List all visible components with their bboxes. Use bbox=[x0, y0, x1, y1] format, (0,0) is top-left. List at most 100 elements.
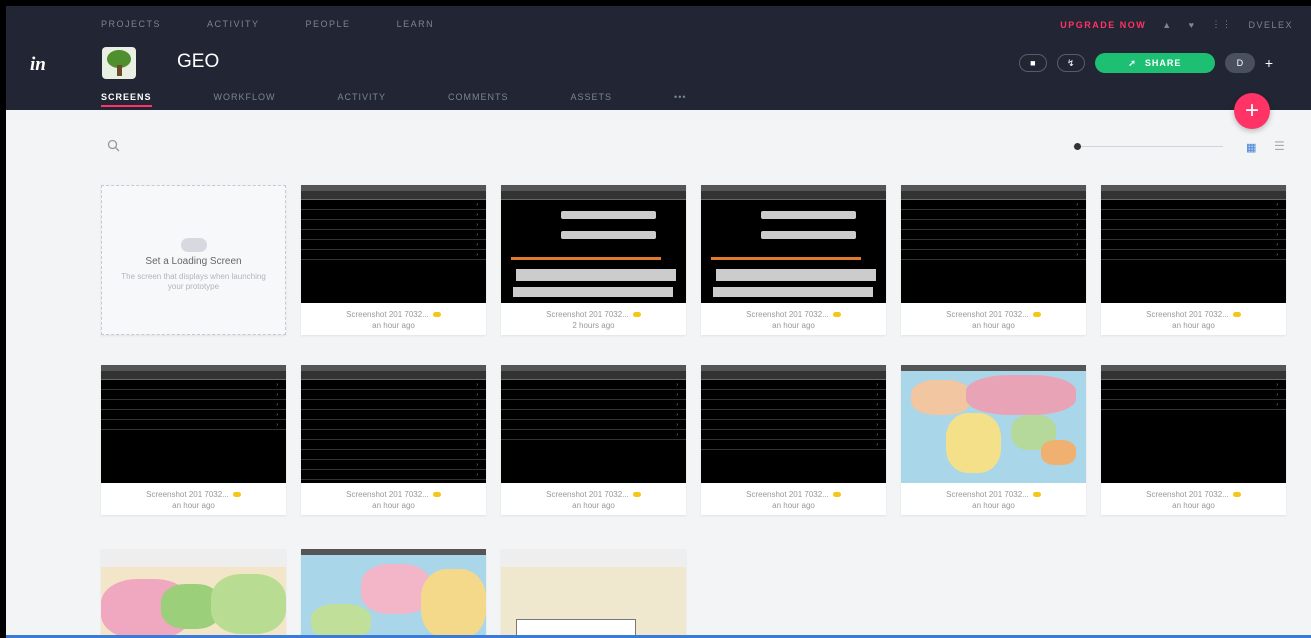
comment-dot-icon bbox=[1032, 492, 1041, 498]
screen-time: an hour ago bbox=[1172, 321, 1215, 330]
screen-name: Screenshot 201 7032... bbox=[1101, 309, 1286, 320]
screen-name: Screenshot 201 7032... bbox=[301, 489, 486, 500]
screen-time: an hour ago bbox=[372, 321, 415, 330]
screen-card[interactable]: Screenshot 201 7032...an hour ago bbox=[1101, 365, 1286, 515]
apps-icon[interactable]: ⋮⋮ bbox=[1211, 19, 1232, 30]
nav-people[interactable]: PEOPLE bbox=[306, 19, 351, 29]
arrow-icon: ➚ bbox=[1128, 57, 1137, 68]
tab-screens[interactable]: SCREENS bbox=[101, 92, 152, 107]
loading-screen-card[interactable]: Set a Loading Screen The screen that dis… bbox=[101, 185, 286, 335]
screen-thumbnail bbox=[301, 185, 486, 303]
screen-card[interactable]: Screenshot 201 7032...an hour ago bbox=[501, 365, 686, 515]
comment-dot-icon bbox=[1232, 312, 1241, 318]
nav-activity[interactable]: ACTIVITY bbox=[207, 19, 260, 29]
share-button[interactable]: ➚ SHARE bbox=[1094, 53, 1215, 73]
comment-dot-icon bbox=[1032, 312, 1041, 318]
screen-time: an hour ago bbox=[972, 501, 1015, 510]
world-map-thumbnail bbox=[901, 365, 1086, 483]
grid-view-icon[interactable]: ▦ bbox=[1246, 141, 1256, 154]
loading-description: The screen that displays when launching … bbox=[121, 272, 266, 291]
screen-card[interactable]: Screenshot 201 7032...an hour ago bbox=[901, 365, 1086, 515]
bell-icon[interactable]: ▲ bbox=[1162, 20, 1172, 30]
screen-name: Screenshot 201 7032... bbox=[901, 489, 1086, 500]
tab-more[interactable]: ••• bbox=[674, 92, 686, 107]
screen-card[interactable]: Screenshot 201 7032...an hour ago bbox=[901, 185, 1086, 335]
screen-thumbnail bbox=[1101, 365, 1286, 483]
screen-thumbnail bbox=[501, 185, 686, 303]
project-title: GEO bbox=[177, 51, 220, 72]
europe-map-thumbnail bbox=[301, 549, 486, 638]
comment-dot-icon bbox=[432, 492, 441, 498]
project-tabs: SCREENS WORKFLOW ACTIVITY COMMENTS ASSET… bbox=[6, 92, 1311, 110]
tab-activity[interactable]: ACTIVITY bbox=[338, 92, 387, 107]
screen-name: Screenshot 201 7032... bbox=[901, 309, 1086, 320]
comment-dot-icon bbox=[632, 312, 641, 318]
comment-dot-icon bbox=[832, 492, 841, 498]
loading-title: Set a Loading Screen bbox=[145, 256, 242, 267]
nav-learn[interactable]: LEARN bbox=[397, 19, 435, 29]
screen-card[interactable]: Screenshot 201 7032...an hour ago bbox=[101, 365, 286, 515]
screen-thumbnail bbox=[701, 185, 886, 303]
screen-name: Screenshot 201 7032... bbox=[301, 309, 486, 320]
screen-time: an hour ago bbox=[372, 501, 415, 510]
screen-card[interactable]: Screenshot 201 7032...an hour ago bbox=[701, 185, 886, 335]
add-screen-button[interactable]: + bbox=[1234, 93, 1270, 129]
upgrade-now-link[interactable]: UPGRADE NOW bbox=[1060, 20, 1146, 30]
screen-thumbnail bbox=[1101, 185, 1286, 303]
topo-map-thumbnail bbox=[501, 549, 686, 638]
zoom-slider[interactable] bbox=[1073, 142, 1223, 152]
screen-name: Screenshot 201 7032... bbox=[701, 489, 886, 500]
screen-thumbnail bbox=[701, 365, 886, 483]
screen-card[interactable]: Screenshot 201 7032... 2 hours ago bbox=[501, 185, 686, 335]
screen-time: an hour ago bbox=[1172, 501, 1215, 510]
screen-time: an hour ago bbox=[172, 501, 215, 510]
top-nav: PROJECTS ACTIVITY PEOPLE LEARN UPGRADE N… bbox=[6, 6, 1311, 42]
screen-card[interactable] bbox=[101, 549, 286, 638]
tab-assets[interactable]: ASSETS bbox=[571, 92, 613, 107]
search-icon[interactable] bbox=[107, 139, 120, 152]
screen-time: an hour ago bbox=[772, 321, 815, 330]
project-thumbnail bbox=[102, 47, 136, 79]
comment-dot-icon bbox=[1232, 492, 1241, 498]
app-window: PROJECTS ACTIVITY PEOPLE LEARN UPGRADE N… bbox=[6, 6, 1311, 638]
screen-card[interactable]: Screenshot 201 7032...an hour ago bbox=[1101, 185, 1286, 335]
screen-time: an hour ago bbox=[772, 501, 815, 510]
nav-projects[interactable]: PROJECTS bbox=[101, 19, 161, 29]
screen-thumbnail bbox=[301, 365, 486, 483]
tab-workflow[interactable]: WORKFLOW bbox=[214, 92, 276, 107]
share-label: SHARE bbox=[1144, 58, 1182, 68]
comment-dot-icon bbox=[232, 492, 241, 498]
lightning-icon[interactable]: ↯ bbox=[1056, 54, 1085, 72]
screen-name: Screenshot 201 7032... bbox=[1101, 489, 1286, 500]
slider-handle[interactable] bbox=[1074, 143, 1081, 150]
screen-thumbnail bbox=[501, 365, 686, 483]
screen-time: an hour ago bbox=[572, 501, 615, 510]
screen-name: Screenshot 201 7032... bbox=[501, 309, 686, 320]
tab-comments[interactable]: COMMENTS bbox=[448, 92, 509, 107]
video-icon[interactable]: ■ bbox=[1018, 54, 1047, 72]
comment-dot-icon bbox=[432, 312, 441, 318]
screen-card[interactable]: Screenshot 201 7032...an hour ago bbox=[301, 185, 486, 335]
heart-icon[interactable]: ♥ bbox=[1189, 20, 1196, 30]
cloud-upload-icon bbox=[180, 238, 207, 252]
avatar[interactable]: D bbox=[1224, 53, 1255, 73]
screen-card[interactable]: Screenshot 201 7032...an hour ago bbox=[301, 365, 486, 515]
screen-name: Screenshot 201 7032... bbox=[701, 309, 886, 320]
add-member-button[interactable]: + bbox=[1265, 55, 1273, 71]
project-header: in GEO ■ ↯ ➚ SHARE D + bbox=[6, 42, 1311, 92]
user-menu[interactable]: DVELEX bbox=[1248, 20, 1293, 30]
comment-dot-icon bbox=[832, 312, 841, 318]
comment-dot-icon bbox=[632, 492, 641, 498]
screen-thumbnail bbox=[101, 365, 286, 483]
screen-time: an hour ago bbox=[972, 321, 1015, 330]
screen-card[interactable] bbox=[501, 549, 686, 638]
screen-card[interactable]: Screenshot 201 7032...an hour ago bbox=[701, 365, 886, 515]
region-map-thumbnail bbox=[101, 549, 286, 638]
screen-time: 2 hours ago bbox=[572, 321, 615, 330]
screen-card[interactable] bbox=[301, 549, 486, 638]
screen-name: Screenshot 201 7032... bbox=[501, 489, 686, 500]
invision-logo[interactable]: in bbox=[30, 54, 46, 76]
screen-name: Screenshot 201 7032... bbox=[101, 489, 286, 500]
screen-thumbnail bbox=[901, 185, 1086, 303]
list-view-icon[interactable]: ☰ bbox=[1274, 139, 1285, 153]
